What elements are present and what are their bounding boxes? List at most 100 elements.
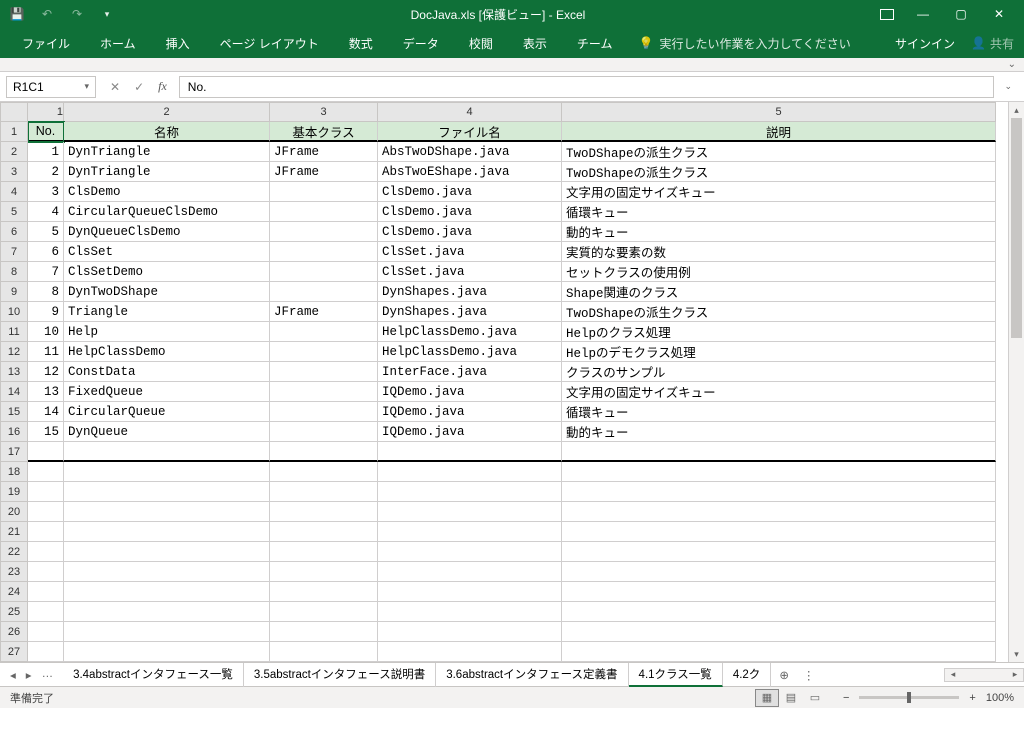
cell[interactable] bbox=[28, 582, 64, 602]
row-header[interactable]: 12 bbox=[0, 342, 28, 362]
cell[interactable]: DynShapes.java bbox=[378, 302, 562, 322]
row-header[interactable]: 7 bbox=[0, 242, 28, 262]
cell[interactable] bbox=[378, 482, 562, 502]
cell[interactable]: IQDemo.java bbox=[378, 422, 562, 442]
zoom-out-button[interactable]: − bbox=[843, 692, 849, 704]
undo-icon[interactable]: ↶ bbox=[38, 7, 56, 21]
scroll-left-icon[interactable]: ◂ bbox=[945, 669, 961, 681]
sheet-tab[interactable]: 3.6abstractインタフェース定義書 bbox=[436, 663, 628, 687]
cell[interactable] bbox=[28, 482, 64, 502]
cell[interactable] bbox=[562, 502, 996, 522]
cell[interactable] bbox=[270, 522, 378, 542]
cell[interactable] bbox=[28, 542, 64, 562]
sign-in[interactable]: サインイン bbox=[895, 35, 955, 52]
cell[interactable]: 6 bbox=[28, 242, 64, 262]
row-header[interactable]: 5 bbox=[0, 202, 28, 222]
tab-team[interactable]: チーム bbox=[565, 35, 625, 52]
cell[interactable] bbox=[64, 542, 270, 562]
cell[interactable]: 実質的な要素の数 bbox=[562, 242, 996, 262]
cell[interactable] bbox=[270, 222, 378, 242]
cell[interactable]: DynQueueClsDemo bbox=[64, 222, 270, 242]
scroll-down-icon[interactable]: ▾ bbox=[1009, 646, 1024, 662]
row-header[interactable]: 25 bbox=[0, 602, 28, 622]
chevron-down-icon[interactable]: ▾ bbox=[84, 81, 89, 92]
cell[interactable] bbox=[562, 582, 996, 602]
close-button[interactable]: ✕ bbox=[990, 7, 1008, 21]
cell[interactable]: Help bbox=[64, 322, 270, 342]
cell[interactable] bbox=[378, 562, 562, 582]
cell[interactable]: IQDemo.java bbox=[378, 382, 562, 402]
cell[interactable]: DynQueue bbox=[64, 422, 270, 442]
cell[interactable] bbox=[28, 522, 64, 542]
cell[interactable]: 名称 bbox=[64, 122, 270, 142]
cell[interactable]: ClsSetDemo bbox=[64, 262, 270, 282]
cell[interactable] bbox=[378, 462, 562, 482]
cell[interactable] bbox=[270, 622, 378, 642]
cell[interactable] bbox=[270, 542, 378, 562]
cell[interactable] bbox=[378, 602, 562, 622]
view-pagebreak-icon[interactable]: ▭ bbox=[803, 689, 827, 707]
sheet-tab[interactable]: 4.1クラス一覧 bbox=[629, 663, 723, 687]
cell[interactable] bbox=[270, 462, 378, 482]
row-header[interactable]: 6 bbox=[0, 222, 28, 242]
zoom-in-button[interactable]: + bbox=[969, 692, 975, 704]
cell[interactable]: ConstData bbox=[64, 362, 270, 382]
save-icon[interactable]: 💾 bbox=[8, 7, 26, 21]
row-header[interactable]: 23 bbox=[0, 562, 28, 582]
cell[interactable]: 1 bbox=[28, 142, 64, 162]
cell[interactable]: HelpClassDemo.java bbox=[378, 342, 562, 362]
cell[interactable] bbox=[562, 462, 996, 482]
tab-formulas[interactable]: 数式 bbox=[337, 35, 385, 52]
sheet-tab[interactable]: 3.5abstractインタフェース説明書 bbox=[244, 663, 436, 687]
cell[interactable]: 動的キュー bbox=[562, 222, 996, 242]
vertical-scrollbar[interactable]: ▴ ▾ bbox=[1008, 102, 1024, 662]
qat-dropdown-icon[interactable]: ▾ bbox=[98, 9, 116, 20]
cell[interactable]: DynTwoDShape bbox=[64, 282, 270, 302]
cell[interactable] bbox=[270, 602, 378, 622]
zoom-level[interactable]: 100% bbox=[986, 692, 1014, 704]
cell[interactable]: 基本クラス bbox=[270, 122, 378, 142]
cell[interactable] bbox=[562, 602, 996, 622]
view-pagelayout-icon[interactable]: ▤ bbox=[779, 689, 803, 707]
cell[interactable] bbox=[28, 462, 64, 482]
sheet-tab[interactable]: 3.4abstractインタフェース一覧 bbox=[63, 663, 244, 687]
row-header[interactable]: 18 bbox=[0, 462, 28, 482]
cell[interactable] bbox=[64, 482, 270, 502]
fx-expand-icon[interactable]: ⌄ bbox=[998, 81, 1018, 92]
cell[interactable] bbox=[64, 602, 270, 622]
cell[interactable] bbox=[64, 522, 270, 542]
row-header[interactable]: 20 bbox=[0, 502, 28, 522]
sheet-nav-first[interactable]: ◂ bbox=[6, 666, 20, 684]
cell[interactable]: 3 bbox=[28, 182, 64, 202]
row-header[interactable]: 1 bbox=[0, 122, 28, 142]
cell[interactable] bbox=[64, 622, 270, 642]
cell[interactable]: 文字用の固定サイズキュー bbox=[562, 382, 996, 402]
cell[interactable] bbox=[28, 562, 64, 582]
cell[interactable]: Helpのデモクラス処理 bbox=[562, 342, 996, 362]
cell[interactable] bbox=[270, 422, 378, 442]
cell[interactable]: ClsSet bbox=[64, 242, 270, 262]
row-header[interactable]: 26 bbox=[0, 622, 28, 642]
enter-icon[interactable]: ✓ bbox=[134, 80, 144, 94]
cell[interactable]: ClsDemo.java bbox=[378, 222, 562, 242]
cell[interactable]: TwoDShapeの派生クラス bbox=[562, 142, 996, 162]
row-header[interactable]: 27 bbox=[0, 642, 28, 662]
cell[interactable]: TwoDShapeの派生クラス bbox=[562, 302, 996, 322]
row-header[interactable]: 4 bbox=[0, 182, 28, 202]
cell[interactable]: 循環キュー bbox=[562, 202, 996, 222]
cell[interactable] bbox=[562, 562, 996, 582]
cell[interactable] bbox=[270, 262, 378, 282]
cell[interactable] bbox=[378, 442, 562, 462]
scroll-right-icon[interactable]: ▸ bbox=[1007, 669, 1023, 681]
cell[interactable]: 4 bbox=[28, 202, 64, 222]
row-header[interactable]: 2 bbox=[0, 142, 28, 162]
cell[interactable]: 10 bbox=[28, 322, 64, 342]
cell[interactable]: 12 bbox=[28, 362, 64, 382]
cell[interactable]: No. bbox=[28, 122, 64, 142]
cell[interactable] bbox=[562, 482, 996, 502]
horizontal-scrollbar[interactable]: ◂ ▸ bbox=[944, 668, 1024, 682]
tab-view[interactable]: 表示 bbox=[511, 35, 559, 52]
cell[interactable]: FixedQueue bbox=[64, 382, 270, 402]
name-box[interactable]: R1C1 ▾ bbox=[6, 76, 96, 98]
cell[interactable] bbox=[28, 502, 64, 522]
